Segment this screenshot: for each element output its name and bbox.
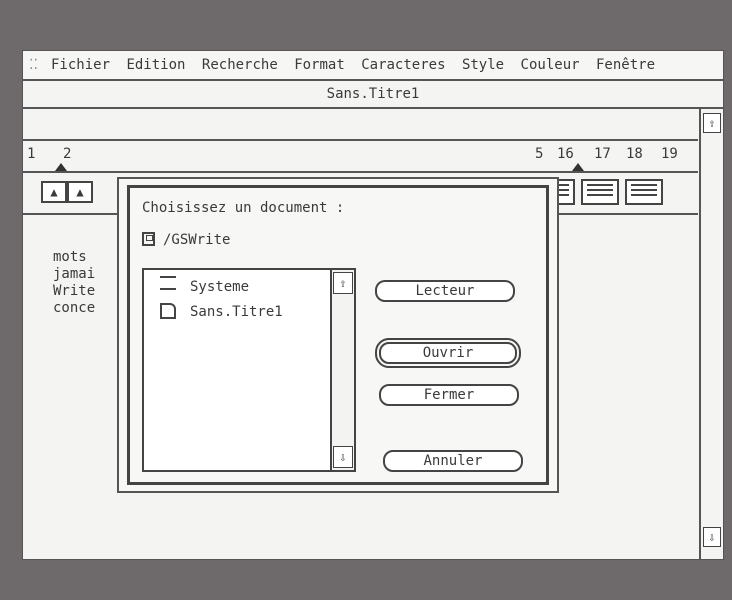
open-document-dialog: Choisissez un document : /GSWrite System… — [117, 177, 559, 493]
scroll-down-icon[interactable]: ⇩ — [703, 527, 721, 547]
spacing-down-icon[interactable]: ▲ — [67, 181, 93, 203]
current-path[interactable]: /GSWrite — [142, 232, 230, 248]
menu-items: Fichier Edition Recherche Format Caracte… — [51, 51, 663, 79]
menu-bar: ⁚⁚ Fichier Edition Recherche Format Cara… — [23, 51, 723, 81]
path-label: /GSWrite — [163, 232, 231, 248]
menu-recherche[interactable]: Recherche — [202, 57, 278, 73]
ruler-tick: 5 — [535, 146, 544, 162]
menu-couleur[interactable]: Couleur — [521, 57, 580, 73]
text-line: conce — [53, 300, 96, 316]
document-text[interactable]: mots jamai Write conce — [53, 249, 95, 317]
text-line: jamai — [53, 266, 96, 282]
file-list[interactable]: Systeme Sans.Titre1 ⇧ ⇩ — [142, 268, 356, 472]
text-line: Write — [53, 283, 96, 299]
disk-icon — [142, 232, 155, 246]
text-line: mots — [53, 249, 87, 265]
screen: ⁚⁚ Fichier Edition Recherche Format Cara… — [22, 50, 724, 560]
ruler-tick: 16 — [557, 146, 574, 162]
menu-format[interactable]: Format — [294, 57, 345, 73]
list-item[interactable]: Sans.Titre1 — [160, 302, 283, 322]
file-list-scrollbar[interactable]: ⇧ ⇩ — [330, 270, 354, 470]
ruler: 1 2 5 16 17 18 19 — [23, 139, 698, 173]
ruler-tick: 2 — [63, 146, 72, 162]
scroll-down-icon[interactable]: ⇩ — [333, 446, 353, 468]
ruler-tick: 17 — [594, 146, 611, 162]
apple-menu-icon[interactable]: ⁚⁚ — [29, 51, 38, 79]
dialog-frame: Choisissez un document : /GSWrite System… — [127, 185, 549, 485]
folder-icon — [160, 276, 176, 290]
vertical-scrollbar[interactable]: ⇧ ⇩ ⧉ — [699, 109, 723, 559]
ruler-tick: 19 — [661, 146, 678, 162]
scroll-up-icon[interactable]: ⇧ — [333, 272, 353, 294]
file-name: Systeme — [190, 279, 250, 295]
ruler-tick: 18 — [626, 146, 643, 162]
window-title-bar[interactable]: Sans.Titre1 — [23, 81, 723, 109]
window-title: Sans.Titre1 — [326, 86, 420, 102]
scroll-up-icon[interactable]: ⇧ — [703, 113, 721, 133]
menu-caracteres[interactable]: Caracteres — [361, 57, 445, 73]
list-item[interactable]: Systeme — [160, 276, 249, 296]
menu-edition[interactable]: Edition — [126, 57, 185, 73]
left-margin-marker[interactable] — [55, 163, 67, 171]
file-name: Sans.Titre1 — [190, 304, 283, 320]
spacing-up-icon[interactable]: ▲ — [41, 181, 67, 203]
menu-style[interactable]: Style — [462, 57, 504, 73]
dialog-prompt: Choisissez un document : — [142, 200, 345, 216]
menu-fenetre[interactable]: Fenêtre — [596, 57, 655, 73]
right-margin-marker[interactable] — [572, 163, 584, 171]
drive-button[interactable]: Lecteur — [375, 280, 515, 302]
justify-icon[interactable] — [625, 179, 663, 205]
cancel-button[interactable]: Annuler — [383, 450, 523, 472]
open-button[interactable]: Ouvrir — [375, 338, 521, 368]
document-icon — [160, 303, 176, 319]
ruler-tick: 1 — [27, 146, 36, 162]
menu-fichier[interactable]: Fichier — [51, 57, 110, 73]
close-button[interactable]: Fermer — [379, 384, 519, 406]
align-right-icon[interactable] — [581, 179, 619, 205]
